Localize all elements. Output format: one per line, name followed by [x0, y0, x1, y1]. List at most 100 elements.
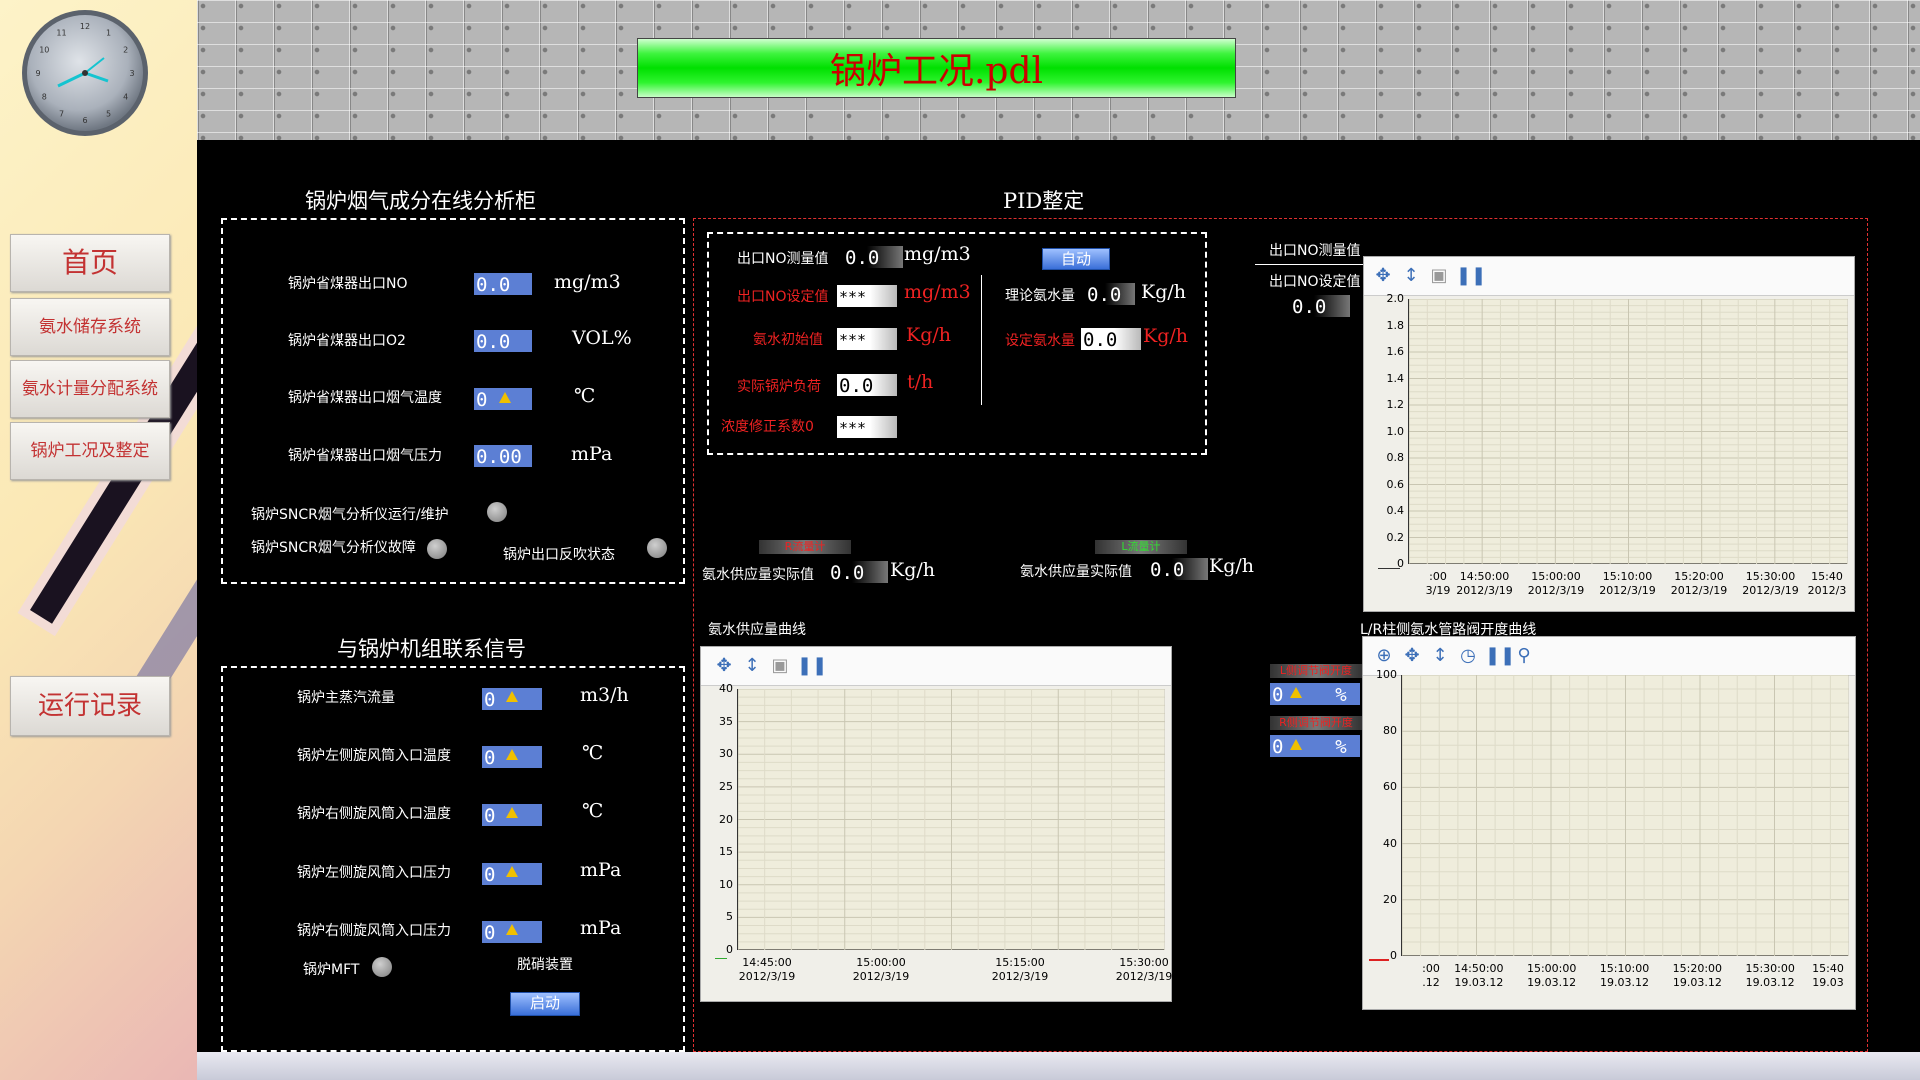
chart-toolbar: ✥ ↕ ▣ ❚❚	[701, 647, 1171, 686]
chart-grid	[1402, 675, 1849, 956]
analyzer-press-value: 0.00	[474, 445, 532, 467]
x-tick-label: 14:50:00 2012/3/19	[1456, 570, 1513, 597]
y-tick-label: 5	[726, 910, 733, 924]
y-tick-label: 80	[1383, 724, 1397, 738]
y-tick-label: 1.2	[1386, 398, 1405, 411]
supply-trend-chart: ✥ ↕ ▣ ❚❚ 0 5 10 15 20 25 30 35 40 14:45:00 2012/3…	[700, 646, 1172, 1002]
nav-ammonia-metering-button[interactable]: 氨水计量分配系统	[10, 360, 170, 418]
x-tick-label: 15:15:00 2012/3/19	[991, 956, 1049, 983]
warning-icon	[506, 807, 518, 818]
x-tick-label: 15:00:00 2012/3/19	[852, 956, 910, 983]
x-tick-label: 15:20:00 19.03.12	[1672, 962, 1723, 989]
y-tick-label: 0	[1390, 949, 1397, 962]
clock-number: 9	[35, 69, 40, 78]
denox-label: 脱硝装置	[517, 957, 573, 973]
analyzer-backflush-label: 锅炉出口反吹状态	[503, 547, 615, 563]
pid-set-nh3-label: 设定氨水量	[1005, 333, 1075, 349]
left-cyclone-press-label: 锅炉左侧旋风筒入口压力	[297, 865, 451, 881]
move-icon[interactable]: ✥	[713, 655, 735, 677]
analyzer-run-status-label: 锅炉SNCR烟气分析仪运行/维护	[251, 507, 449, 523]
y-tick-label: 60	[1383, 780, 1397, 794]
y-tick-label: 25	[719, 779, 733, 793]
no-trend-plot[interactable]	[1408, 299, 1848, 564]
y-tick-label: 0	[726, 943, 733, 956]
status-bar	[197, 1052, 1920, 1080]
valve-trend-plot[interactable]	[1401, 675, 1849, 956]
left-cyclone-temp-unit: ℃	[582, 742, 604, 764]
pid-title: PID整定	[1003, 189, 1085, 213]
mft-lamp	[372, 957, 392, 977]
analyzer-o2-unit: VOL%	[572, 327, 632, 349]
y-tick-label: 0.6	[1386, 477, 1405, 491]
legend-swatch	[715, 958, 727, 959]
axis-scale-icon[interactable]: ↕	[741, 655, 763, 677]
no-divider	[1255, 264, 1363, 265]
l-valve-tag: L侧调节阀开度	[1270, 664, 1362, 678]
analyzer-temp-unit: ℃	[574, 385, 596, 407]
page-title: 锅炉工况.pdl	[637, 38, 1236, 98]
denox-start-button[interactable]: 启动	[510, 992, 580, 1016]
pause-icon[interactable]: ❚❚	[1456, 265, 1486, 287]
x-tick-label: 15:40 2012/3	[1807, 570, 1847, 597]
export-icon[interactable]: ▣	[1428, 265, 1450, 287]
chart-grid	[1409, 299, 1848, 564]
supply1-label: 氨水供应量实际值	[702, 567, 814, 583]
axis-scale-icon[interactable]: ↕	[1429, 645, 1451, 667]
pid-theory-label: 理论氨水量	[1005, 288, 1075, 304]
supply2-value: 0.0	[1148, 558, 1208, 580]
clock-number: 4	[123, 93, 128, 102]
pid-set-nh3-unit: Kg/h	[1143, 325, 1188, 347]
pid-out-no-set-unit: mg/m3	[904, 281, 971, 303]
analyzer-press-unit: mPa	[571, 443, 613, 465]
ruler-icon[interactable]: ⚲	[1513, 645, 1535, 667]
valve-trend-chart: ⊕ ✥ ↕ ◷ ❚❚ ⚲ 0 20 40 60 80 100:00 .12 14:50:00…	[1362, 636, 1856, 1010]
pid-out-no-set-label: 出口NO设定值	[737, 289, 829, 305]
pid-out-no-set-input[interactable]: ***	[837, 285, 897, 307]
boiler-link-title: 与锅炉机组联系信号	[337, 637, 526, 661]
pid-nh3-init-input[interactable]: ***	[837, 328, 897, 350]
supply-trend-plot[interactable]	[737, 689, 1165, 950]
nav-ammonia-storage-button[interactable]: 氨水储存系统	[10, 298, 170, 356]
pid-auto-button[interactable]: 自动	[1042, 248, 1110, 270]
pid-nh3-init-unit: Kg/h	[906, 324, 951, 346]
pid-set-nh3-input[interactable]: 0.0	[1081, 328, 1141, 350]
y-tick-label: 40	[719, 682, 733, 695]
chart-grid	[738, 689, 1165, 950]
pause-icon[interactable]: ❚❚	[797, 655, 827, 677]
x-tick-label: 14:50:00 19.03.12	[1454, 962, 1504, 989]
clock-number: 2	[123, 46, 128, 55]
clock-number: 10	[39, 46, 49, 55]
pid-theory-value: 0.0	[1085, 283, 1135, 305]
y-tick-label: 0.8	[1386, 451, 1405, 464]
move-icon[interactable]: ✥	[1401, 645, 1423, 667]
right-cyclone-temp-label: 锅炉右侧旋风筒入口温度	[297, 806, 451, 822]
zoom-icon[interactable]: ⊕	[1373, 645, 1395, 667]
axis-scale-icon[interactable]: ↕	[1400, 265, 1422, 287]
nav-boiler-condition-button[interactable]: 锅炉工况及整定	[10, 422, 170, 480]
y-tick-label: 2.0	[1386, 292, 1405, 305]
r-flowmeter-tag: R流量计	[759, 540, 851, 554]
analyzer-title: 锅炉烟气成分在线分析柜	[305, 189, 536, 213]
warning-icon	[506, 691, 518, 702]
supply-chart-title: 氨水供应量曲线	[708, 622, 806, 638]
analyzer-no-label: 锅炉省煤器出口NO	[288, 276, 408, 292]
supply2-label: 氨水供应量实际值	[1020, 564, 1132, 580]
right-out-no-meas-label: 出口NO测量值	[1269, 243, 1361, 259]
nav-run-log-button[interactable]: 运行记录	[10, 676, 170, 736]
y-tick-label: 20	[719, 812, 733, 826]
export-icon[interactable]: ▣	[769, 655, 791, 677]
pid-conc-input[interactable]: ***	[837, 416, 897, 438]
analyzer-no-unit: mg/m3	[554, 271, 621, 293]
clock-number: 8	[42, 93, 47, 102]
pause-icon[interactable]: ❚❚	[1485, 645, 1515, 667]
nav-home-button[interactable]: 首页	[10, 234, 170, 292]
warning-icon	[506, 924, 518, 935]
move-icon[interactable]: ✥	[1372, 265, 1394, 287]
pid-theory-unit: Kg/h	[1141, 281, 1186, 303]
x-tick-label: 14:45:00 2012/3/19	[738, 956, 796, 983]
mft-label: 锅炉MFT	[303, 962, 360, 978]
valve1-unit: %	[1320, 683, 1360, 705]
analyzer-o2-value: 0.0	[474, 330, 532, 352]
clock-icon[interactable]: ◷	[1457, 645, 1479, 667]
pid-nh3-init-label: 氨水初始值	[753, 332, 823, 348]
